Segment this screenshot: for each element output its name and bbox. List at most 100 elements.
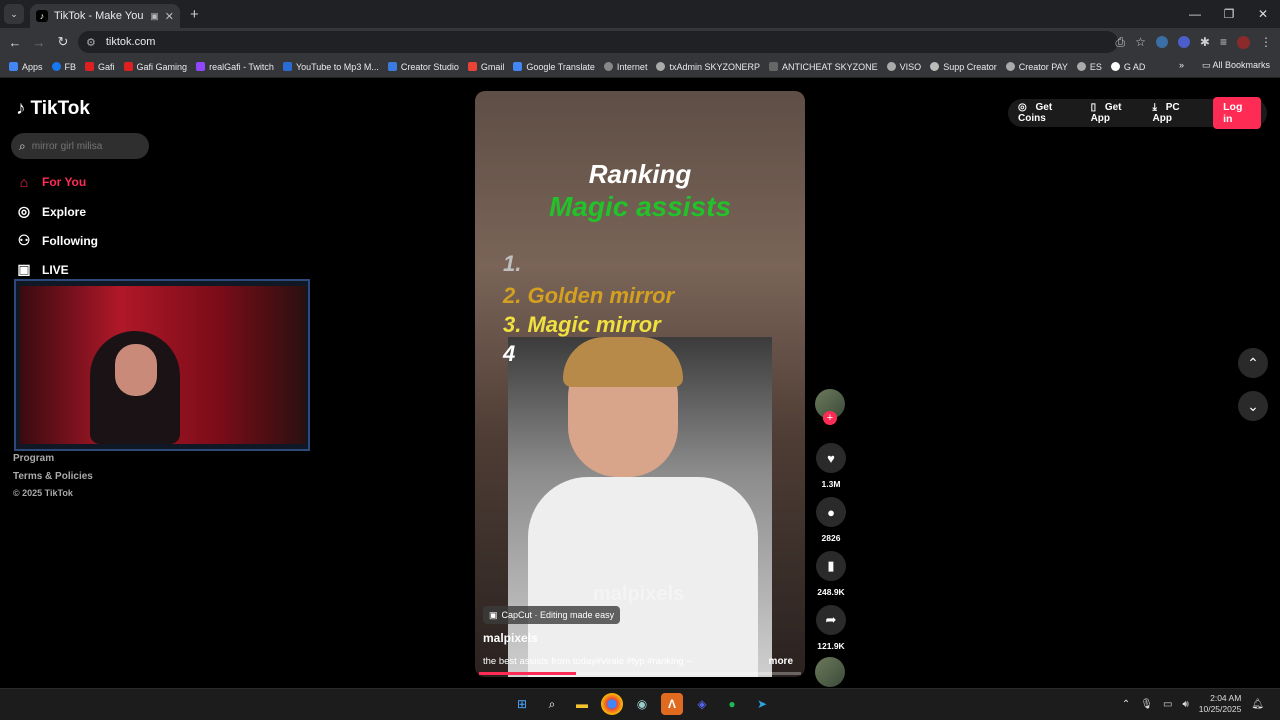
video-description: the best assists from today#virale #fyp … xyxy=(483,656,693,667)
bookmark-google-translate[interactable]: Google Translate xyxy=(513,62,595,72)
globe-icon xyxy=(656,62,666,71)
chevron-up-icon: ⌃ xyxy=(1247,354,1259,371)
telegram-icon[interactable]: ➤ xyxy=(751,693,773,715)
toolbar-icons: ⎙ ☆ ✱ ≡ ⋮ xyxy=(1116,28,1272,56)
nav-for-you[interactable]: ⌂ For You xyxy=(16,174,86,190)
nav-following[interactable]: ⚇ Following xyxy=(16,232,98,249)
minimize-icon[interactable]: — xyxy=(1178,0,1212,28)
bookmark-anticheat[interactable]: ANTICHEAT SKYZONE xyxy=(768,62,878,72)
close-window-icon[interactable]: ✕ xyxy=(1246,0,1280,28)
more-bookmarks-icon[interactable]: » xyxy=(1179,60,1184,70)
extension-badge-icon[interactable] xyxy=(1155,36,1168,48)
bookmarks-bar: Apps FB Gafi Gafi Gaming realGafi - Twit… xyxy=(0,56,1280,78)
folder-icon: ▭ xyxy=(1201,60,1213,70)
reload-icon[interactable]: ↻ xyxy=(51,34,75,50)
tiktok-logo[interactable]: ♪ TikTok xyxy=(16,98,90,120)
comment-button[interactable]: ● xyxy=(816,497,846,527)
creator-avatar[interactable]: + xyxy=(815,389,845,425)
microphone-icon[interactable]: 🎙︎ xyxy=(1140,699,1153,710)
windows-start-icon[interactable]: ⊞ xyxy=(511,693,533,715)
steam-icon[interactable]: ◉ xyxy=(631,693,653,715)
comment-count: 2826 xyxy=(821,533,841,543)
bookmark-apps[interactable]: Apps xyxy=(9,62,43,72)
extension-globe-icon[interactable] xyxy=(1177,36,1190,48)
notifications-icon[interactable]: 🔔︎ xyxy=(1251,699,1264,710)
forward-icon[interactable]: → xyxy=(27,35,51,50)
save-button[interactable]: ▮ xyxy=(816,551,846,581)
share-count: 121.9K xyxy=(817,641,845,651)
site-info-icon[interactable]: ⚙ xyxy=(86,36,96,49)
login-button[interactable]: Log in xyxy=(1213,97,1261,129)
footer-program[interactable]: Program xyxy=(13,453,54,464)
nav-live[interactable]: ▣ LIVE xyxy=(16,261,68,278)
tab-menu-chevron-icon[interactable]: ⌄ xyxy=(4,4,24,24)
bookmark-supp-creator[interactable]: Supp Creator xyxy=(930,62,997,72)
chrome-icon[interactable] xyxy=(601,693,623,715)
streamer-face xyxy=(115,344,157,396)
follow-plus-icon[interactable]: + xyxy=(823,411,837,425)
file-explorer-icon[interactable]: ▬ xyxy=(571,693,593,715)
all-bookmarks[interactable]: » ▭ All Bookmarks xyxy=(1179,60,1270,71)
bookmark-txadmin[interactable]: txAdmin SKYZONERP xyxy=(656,62,760,72)
bookmark-internet[interactable]: Internet xyxy=(603,62,647,72)
bookmark-gmail[interactable]: Gmail xyxy=(467,62,504,72)
nav-explore[interactable]: ◎ Explore xyxy=(16,203,86,220)
bookmark-twitch[interactable]: realGafi - Twitch xyxy=(196,62,274,72)
spotify-icon[interactable]: ● xyxy=(721,693,743,715)
next-video-button[interactable]: ⌄ xyxy=(1238,391,1268,421)
get-coins-button[interactable]: ◎ Get Coins xyxy=(1018,102,1081,124)
footer-terms[interactable]: Terms & Policies xyxy=(13,471,93,482)
meta-icon xyxy=(387,62,397,71)
previous-video-button[interactable]: ⌃ xyxy=(1238,348,1268,378)
clock[interactable]: 2:04 AM 10/25/2025 xyxy=(1199,693,1242,715)
discord-icon[interactable]: ◈ xyxy=(691,693,713,715)
like-button[interactable]: ♥ xyxy=(816,443,846,473)
bookmark-viso[interactable]: VISO xyxy=(886,62,921,72)
tab-media-icon[interactable]: ▣ xyxy=(150,11,159,22)
app-orange-icon[interactable]: Λ xyxy=(661,693,683,715)
get-app-button[interactable]: ▯ Get App xyxy=(1091,102,1143,124)
gear-icon xyxy=(768,62,778,71)
volume-icon[interactable]: 🔊︎ xyxy=(1182,699,1188,710)
bookmark-g-ad[interactable]: G AD xyxy=(1110,62,1145,72)
tab-close-icon[interactable]: ✕ xyxy=(165,10,174,23)
comment-icon: ● xyxy=(827,504,835,520)
capcut-badge[interactable]: ▣ CapCut · Editing made easy xyxy=(483,606,621,624)
search-input[interactable] xyxy=(31,140,132,152)
bookmark-gafi[interactable]: Gafi xyxy=(85,62,115,72)
video-progress-bar[interactable] xyxy=(479,672,801,675)
bookmark-fb[interactable]: FB xyxy=(51,62,76,72)
restore-icon[interactable]: ❐ xyxy=(1212,0,1246,28)
bookmark-yt-mp3[interactable]: YouTube to Mp3 M... xyxy=(282,62,379,72)
search-bar[interactable]: ⌕ xyxy=(11,133,149,159)
bookmark-es[interactable]: ES xyxy=(1076,62,1102,72)
profile-avatar-icon[interactable] xyxy=(1237,35,1250,49)
url-field[interactable]: ⚙ tiktok.com xyxy=(78,31,1118,53)
rank-3: 3. Magic mirror xyxy=(503,312,661,337)
gmail-icon xyxy=(467,62,477,71)
tiktok-note-icon: ♪ xyxy=(16,98,26,119)
network-icon[interactable]: ▭ xyxy=(1163,699,1172,710)
browser-menu-icon[interactable]: ⋮ xyxy=(1260,35,1272,49)
extensions-puzzle-icon[interactable]: ✱ xyxy=(1200,35,1210,49)
bookmark-gafi-gaming[interactable]: Gafi Gaming xyxy=(123,62,187,72)
back-icon[interactable]: ← xyxy=(3,35,27,50)
new-tab-icon[interactable]: + xyxy=(190,6,199,23)
more-link[interactable]: more xyxy=(769,656,793,667)
bookmark-creator-studio[interactable]: Creator Studio xyxy=(387,62,459,72)
bookmark-star-icon[interactable]: ☆ xyxy=(1135,35,1146,49)
search-icon[interactable]: ⌕ xyxy=(19,139,26,154)
pc-app-button[interactable]: ⤓ PC App xyxy=(1153,102,1202,124)
tiktok-page: ♪ TikTok ⌕ ⌂ For You ◎ Explore ⚇ Followi… xyxy=(0,79,1280,688)
reading-list-icon[interactable]: ≡ xyxy=(1220,35,1227,49)
bookmark-creator-pay[interactable]: Creator PAY xyxy=(1005,62,1068,72)
video-author[interactable]: malpixels xyxy=(483,631,538,645)
search-icon[interactable]: ⌕ xyxy=(541,693,563,715)
tray-chevron-up-icon[interactable]: ⌃ xyxy=(1122,699,1130,710)
video-player[interactable]: Ranking Magic assists 1. 2. Golden mirro… xyxy=(475,91,805,677)
share-button[interactable]: ➦ xyxy=(816,605,846,635)
install-app-icon[interactable]: ⎙ xyxy=(1116,35,1126,50)
compass-icon: ◎ xyxy=(17,203,31,219)
sound-disc-icon[interactable] xyxy=(815,657,845,687)
browser-tab[interactable]: ♪ TikTok - Make Your Day ▣ ✕ xyxy=(30,4,180,28)
